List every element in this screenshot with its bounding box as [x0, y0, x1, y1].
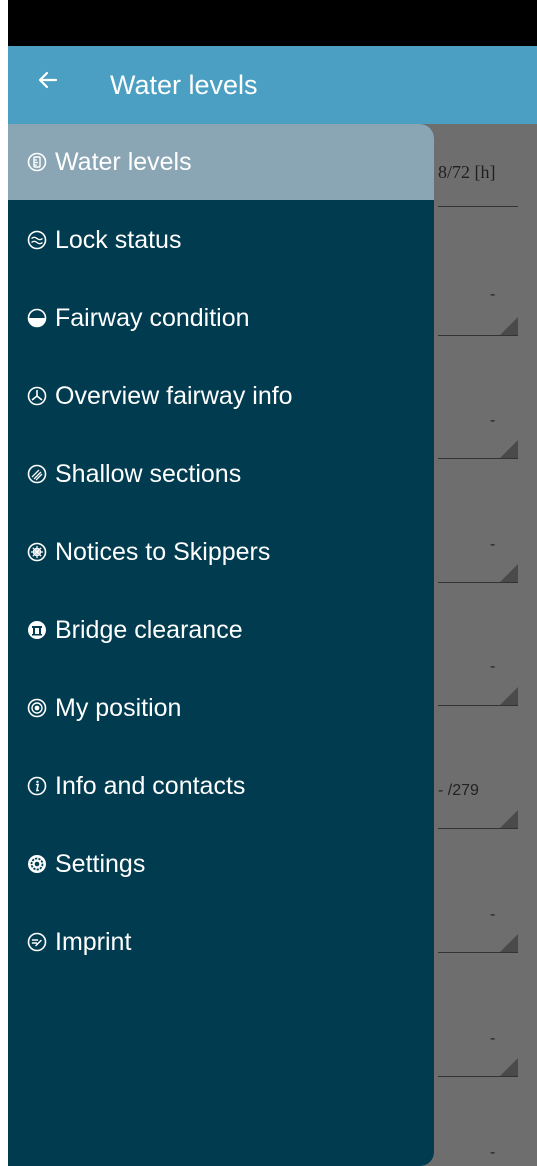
row-value: - [490, 1030, 496, 1047]
app-screen: Water levels 8/72 [h] - - - - - /279 - -… [8, 0, 537, 1166]
dropdown-corner-icon [500, 317, 518, 335]
divider [438, 1076, 518, 1077]
app-bar: Water levels [8, 46, 537, 124]
drawer-item-info-and-contacts[interactable]: Info and contacts [8, 748, 434, 824]
row-value: - [490, 658, 496, 675]
drawer-item-notices-to-skippers[interactable]: Notices to Skippers [8, 514, 434, 590]
overview-icon [27, 386, 47, 406]
drawer-item-imprint[interactable]: Imprint [8, 904, 434, 980]
row-value: - [490, 1144, 496, 1161]
drawer-item-label: Bridge clearance [55, 616, 243, 644]
divider [438, 828, 518, 829]
bridge-icon [27, 620, 47, 640]
row-value: - [490, 536, 496, 553]
row-value: - [490, 906, 496, 923]
divider [438, 206, 518, 207]
gear-icon [27, 854, 47, 874]
drawer-item-label: My position [55, 694, 182, 722]
dropdown-corner-icon [500, 934, 518, 952]
lock-waves-icon [27, 230, 47, 250]
status-bar [8, 0, 537, 46]
drawer-item-fairway-condition[interactable]: Fairway condition [8, 280, 434, 356]
shallow-icon [27, 464, 47, 484]
imprint-icon [27, 932, 47, 952]
row-value: - /279 [438, 782, 479, 799]
fairway-icon [27, 308, 47, 328]
divider [438, 458, 518, 459]
drawer-item-water-levels[interactable]: Water levels [8, 124, 434, 200]
dropdown-corner-icon [500, 564, 518, 582]
drawer-item-label: Overview fairway info [55, 382, 293, 410]
drawer-item-my-position[interactable]: My position [8, 670, 434, 746]
drawer-item-overview-fairway-info[interactable]: Overview fairway info [8, 358, 434, 434]
table-header-text: 8/72 [h] [438, 162, 496, 182]
row-value: - [490, 286, 496, 303]
ship-wheel-icon [27, 542, 47, 562]
navigation-drawer: Water levels Lock status Fairway conditi… [8, 124, 434, 1166]
row-value: - [490, 412, 496, 429]
drawer-item-label: Lock status [55, 226, 182, 254]
drawer-item-label: Imprint [55, 928, 132, 956]
drawer-item-label: Shallow sections [55, 460, 242, 488]
drawer-item-lock-status[interactable]: Lock status [8, 202, 434, 278]
divider [438, 952, 518, 953]
drawer-item-label: Info and contacts [55, 772, 246, 800]
dropdown-corner-icon [500, 810, 518, 828]
arrow-left-icon[interactable] [34, 68, 62, 96]
divider [438, 335, 518, 336]
divider [438, 705, 518, 706]
info-icon [27, 776, 47, 796]
page-title: Water levels [110, 70, 258, 100]
dropdown-corner-icon [500, 440, 518, 458]
dropdown-corner-icon [500, 687, 518, 705]
drawer-item-shallow-sections[interactable]: Shallow sections [8, 436, 434, 512]
water-gauge-icon [27, 152, 47, 172]
dropdown-corner-icon [500, 1058, 518, 1076]
drawer-item-label: Water levels [55, 148, 192, 176]
drawer-item-label: Fairway condition [55, 304, 250, 332]
drawer-item-bridge-clearance[interactable]: Bridge clearance [8, 592, 434, 668]
position-icon [27, 698, 47, 718]
drawer-item-label: Settings [55, 850, 146, 878]
drawer-item-label: Notices to Skippers [55, 538, 271, 566]
drawer-item-settings[interactable]: Settings [8, 826, 434, 902]
divider [438, 582, 518, 583]
